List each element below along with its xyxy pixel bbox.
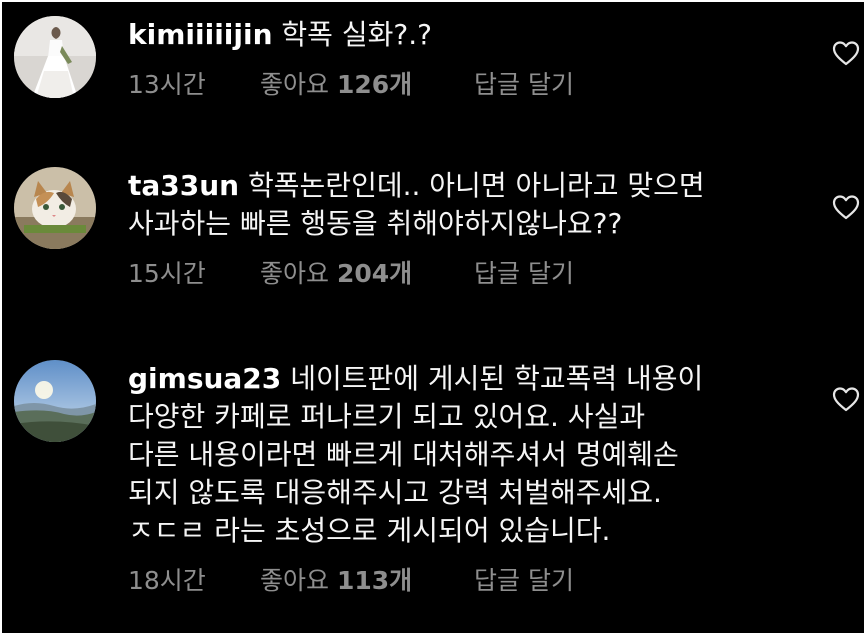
comment-body: ta33un 학폭논란인데.. 아니면 아니라고 맞으면 사과하는 빠른 행동을… [128, 167, 794, 289]
comment-meta: 13시간 좋아요 126개 답글 달기 [128, 70, 794, 100]
avatar[interactable] [14, 360, 96, 442]
comment-meta: 18시간 좋아요 113개 답글 달기 [128, 566, 794, 596]
likes-count: 113개 [336, 566, 413, 595]
heart-outline-icon[interactable] [832, 194, 860, 220]
comment-text: 학폭 실화?.? [281, 18, 432, 51]
comment-text-block: ta33un 학폭논란인데.. 아니면 아니라고 맞으면 사과하는 빠른 행동을… [128, 167, 794, 243]
comment-text-block: gimsua23 네이트판에 게시된 학교폭력 내용이 다양한 카페로 퍼나르기… [128, 360, 794, 550]
likes-label: 좋아요 [260, 70, 330, 99]
reply-button[interactable]: 답글 달기 [474, 259, 574, 289]
comment-body: gimsua23 네이트판에 게시된 학교폭력 내용이 다양한 카페로 퍼나르기… [128, 360, 794, 596]
avatar[interactable] [14, 167, 96, 249]
avatar[interactable] [14, 16, 96, 98]
comment-likes[interactable]: 좋아요 113개 [260, 566, 474, 596]
reply-button[interactable]: 답글 달기 [474, 566, 574, 596]
comment-likes[interactable]: 좋아요 126개 [260, 70, 474, 100]
comment-username[interactable]: ta33un [128, 169, 239, 202]
heart-outline-icon[interactable] [832, 386, 860, 412]
comment-time[interactable]: 15시간 [128, 259, 260, 289]
comment-time[interactable]: 18시간 [128, 566, 260, 596]
likes-label: 좋아요 [260, 259, 330, 288]
heart-outline-icon[interactable] [832, 40, 860, 66]
likes-count: 126개 [336, 70, 413, 99]
comment-text-block: kimiiiiijin 학폭 실화?.? [128, 16, 794, 54]
comment-meta: 15시간 좋아요 204개 답글 달기 [128, 259, 794, 289]
comment-username[interactable]: gimsua23 [128, 362, 281, 395]
comment-time[interactable]: 13시간 [128, 70, 260, 100]
comments-screen: kimiiiiijin 학폭 실화?.? 13시간좋아요 126개답글 달기 [2, 2, 864, 633]
comment-likes[interactable]: 좋아요 204개 [260, 259, 474, 289]
reply-button[interactable]: 답글 달기 [474, 70, 574, 100]
comment-username[interactable]: kimiiiiijin [128, 18, 273, 51]
comment-body: kimiiiiijin 학폭 실화?.? 13시간 좋아요 126개 답글 달기 [128, 16, 794, 100]
likes-count: 204개 [336, 259, 413, 288]
likes-label: 좋아요 [260, 566, 330, 595]
